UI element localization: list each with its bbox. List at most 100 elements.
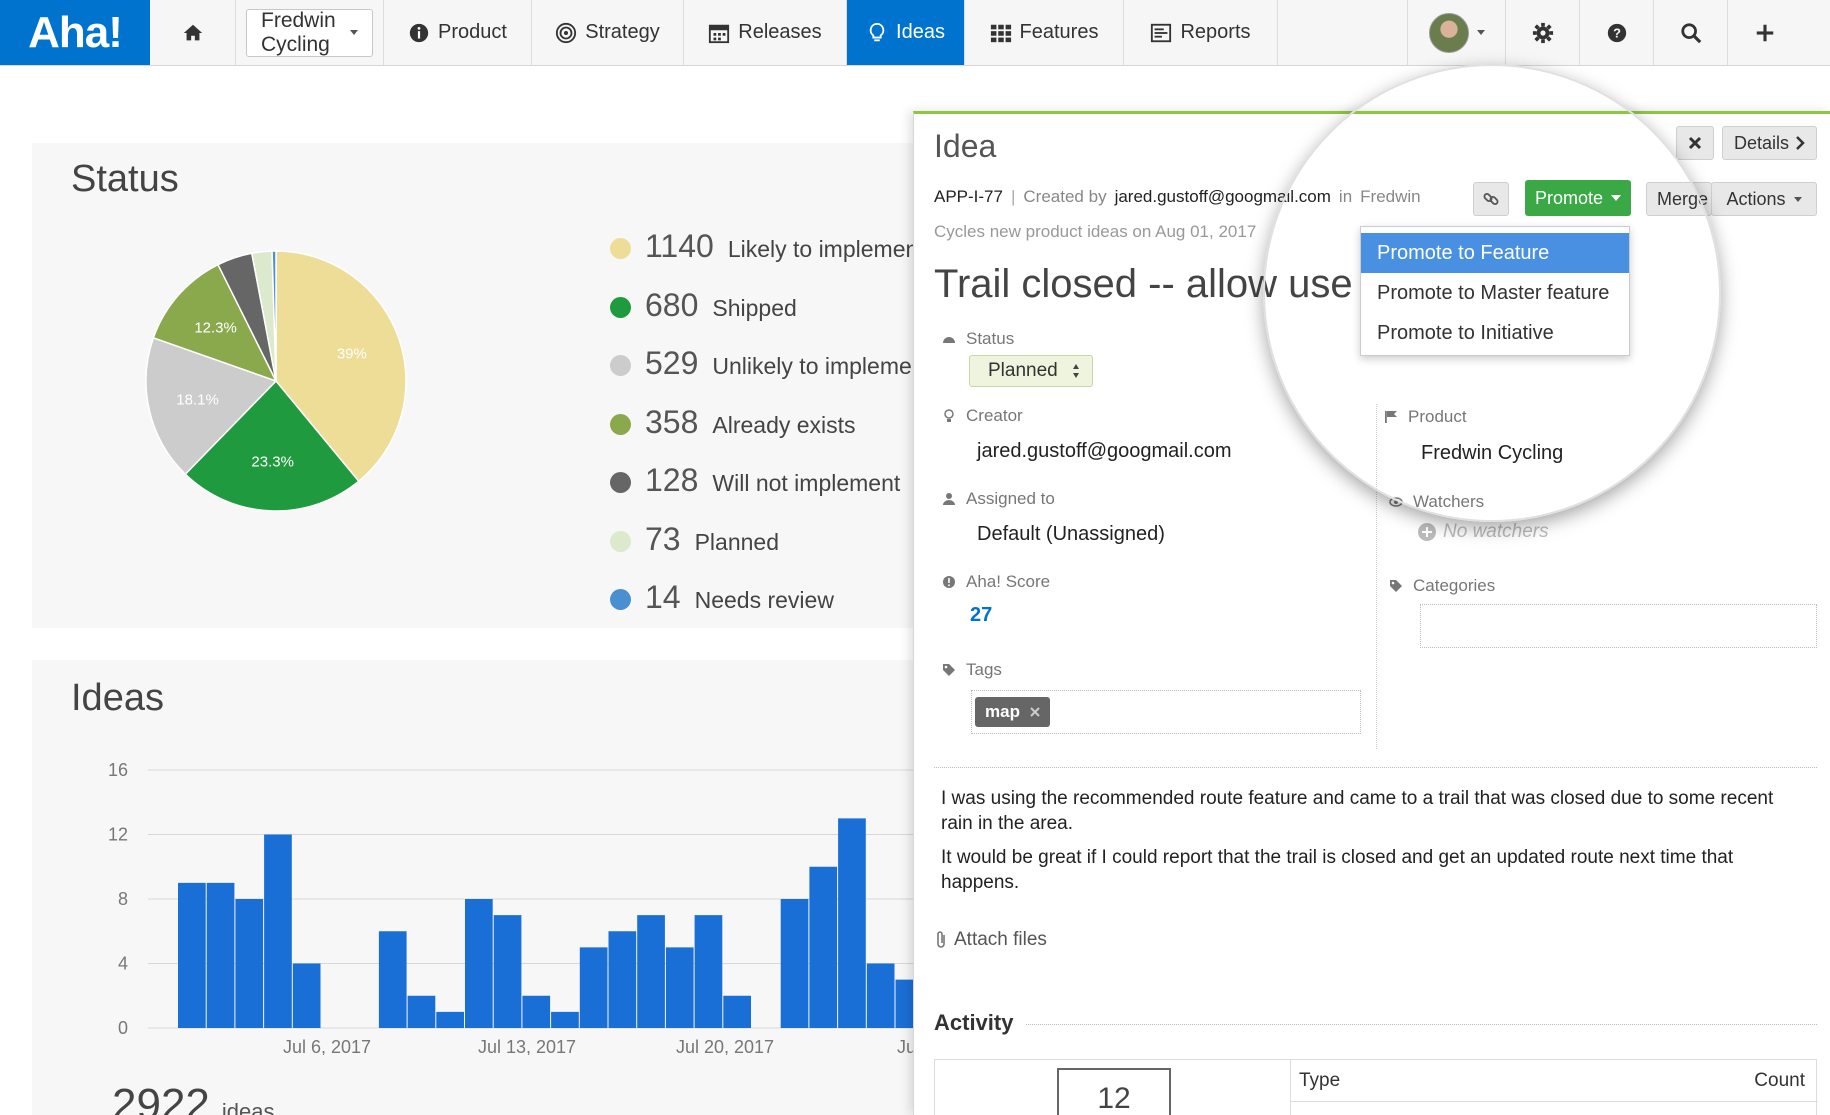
help-button[interactable]: ?	[1580, 0, 1654, 65]
creator-value[interactable]: jared.gustoff@googmail.com	[977, 440, 1232, 463]
bar[interactable]	[665, 947, 694, 1028]
status-panel-title: Status	[71, 158, 179, 200]
bar[interactable]	[264, 834, 292, 1029]
nav-ideas[interactable]: Ideas	[847, 0, 965, 65]
status-select[interactable]: Planned	[969, 355, 1093, 387]
nav-strategy[interactable]: Strategy	[532, 0, 684, 65]
bar[interactable]	[694, 915, 723, 1028]
report-icon	[1151, 23, 1172, 42]
remove-tag-icon[interactable]	[1030, 707, 1040, 717]
nav-reports[interactable]: Reports	[1124, 0, 1278, 65]
legend-item[interactable]: 73 Planned	[610, 521, 779, 558]
created-by-prefix: Created by	[1023, 187, 1107, 206]
bar[interactable]	[206, 882, 235, 1028]
nav-features[interactable]: Features	[965, 0, 1124, 65]
home-button[interactable]	[150, 0, 236, 65]
exclamation-circle-icon	[943, 576, 955, 588]
close-button[interactable]	[1676, 126, 1714, 160]
in-label: in	[1338, 187, 1353, 206]
lightbulb-icon	[869, 22, 885, 41]
tags-input[interactable]: map	[971, 690, 1361, 734]
table-header-count[interactable]: Count	[1754, 1070, 1805, 1092]
home-icon	[183, 24, 202, 40]
promote-button[interactable]: Promote	[1525, 180, 1631, 216]
legend-item[interactable]: 358 Already exists	[610, 404, 856, 441]
legend-label: Will not implement	[712, 470, 901, 496]
bar[interactable]	[551, 1011, 579, 1028]
bar[interactable]	[579, 947, 608, 1028]
grid-icon	[990, 24, 1011, 42]
chevron-right-icon	[1796, 136, 1805, 150]
bar[interactable]	[608, 931, 637, 1028]
settings-button[interactable]	[1506, 0, 1580, 65]
legend-item[interactable]: 1140 Likely to implement	[610, 228, 925, 265]
tags-field-label: Tags	[942, 660, 1002, 680]
workspace-select[interactable]: Fredwin Cycling	[246, 8, 373, 57]
bar[interactable]	[436, 1011, 464, 1028]
merge-button-label: Merge	[1657, 188, 1709, 209]
add-watcher[interactable]: No watchers	[1417, 521, 1549, 543]
created-in-workspace[interactable]: Fredwin	[1360, 187, 1420, 207]
ideas-bar-chart: 0 4 8 12 16 Jul 6, 2017 Jul 13, 2017 Jul 20, 20…	[108, 760, 930, 1055]
legend-count: 73	[645, 520, 681, 557]
legend-swatch	[610, 589, 631, 610]
legend-label: Likely to implement	[727, 236, 925, 262]
legend-label: Shipped	[712, 294, 797, 321]
menu-item-promote-initiative[interactable]: Promote to Initiative	[1361, 313, 1629, 353]
calendar-icon	[709, 24, 730, 43]
user-menu[interactable]	[1407, 0, 1506, 65]
aha-logo[interactable]: Aha!	[0, 0, 150, 65]
menu-item-promote-master-feature[interactable]: Promote to Master feature	[1361, 273, 1629, 313]
status-pie-chart: 39% 23.3% 18.1% 12.3%	[145, 250, 407, 512]
bar[interactable]	[838, 818, 866, 1028]
nav-product-label: Product	[438, 21, 507, 43]
legend-item[interactable]: 14 Needs review	[610, 579, 834, 616]
nav-product[interactable]: Product	[384, 0, 532, 65]
bar[interactable]	[235, 899, 264, 1028]
created-by-user[interactable]: jared.gustoff@googmail.com	[1115, 187, 1331, 207]
legend-count: 1140	[645, 228, 714, 264]
categories-input[interactable]	[1420, 604, 1817, 648]
menu-item-promote-feature[interactable]: Promote to Feature	[1361, 233, 1629, 273]
search-button[interactable]	[1654, 0, 1728, 65]
idea-ref[interactable]: APP-I-77	[934, 187, 1003, 207]
bar[interactable]	[178, 882, 206, 1028]
nav-releases[interactable]: Releases	[684, 0, 847, 65]
activity-divider	[1026, 1024, 1817, 1025]
y-tick-label: 8	[118, 889, 128, 909]
product-value[interactable]: Fredwin Cycling	[1421, 442, 1563, 465]
bar[interactable]	[465, 899, 493, 1028]
table-header-type[interactable]: Type	[1299, 1070, 1340, 1092]
bar[interactable]	[809, 866, 838, 1028]
product-field-label: Product	[1384, 407, 1467, 427]
bar[interactable]	[723, 995, 751, 1028]
bar[interactable]	[522, 995, 551, 1028]
bar[interactable]	[493, 915, 522, 1028]
pie-slice-label: 12.3%	[194, 320, 237, 337]
legend-item[interactable]: 680 Shipped	[610, 287, 797, 324]
legend-item[interactable]: 529 Unlikely to implement	[610, 345, 931, 382]
bar[interactable]	[292, 963, 321, 1029]
legend-item[interactable]: 128 Will not implement	[610, 462, 900, 499]
avatar	[1428, 12, 1469, 53]
add-button[interactable]	[1728, 0, 1802, 65]
details-button[interactable]: Details	[1722, 126, 1817, 160]
assigned-label-text: Assigned to	[966, 489, 1055, 508]
link-button[interactable]	[1473, 182, 1509, 216]
pie-slice-label: 18.1%	[176, 391, 219, 408]
bar[interactable]	[378, 931, 407, 1028]
attach-files-link[interactable]: Attach files	[934, 929, 1047, 951]
watchers-value: No watchers	[1443, 521, 1549, 542]
bar[interactable]	[866, 963, 895, 1029]
gear-icon	[1532, 22, 1553, 43]
aha-score-value[interactable]: 27	[970, 604, 992, 627]
bar[interactable]	[780, 899, 809, 1028]
assigned-value[interactable]: Default (Unassigned)	[977, 523, 1165, 546]
legend-swatch	[610, 238, 631, 259]
bar[interactable]	[407, 995, 436, 1028]
idea-title[interactable]: Trail closed -- allow user re	[934, 262, 1354, 307]
actions-button[interactable]: Actions	[1711, 182, 1817, 216]
bar[interactable]	[637, 915, 665, 1028]
merge-button[interactable]: Merge	[1646, 182, 1712, 216]
